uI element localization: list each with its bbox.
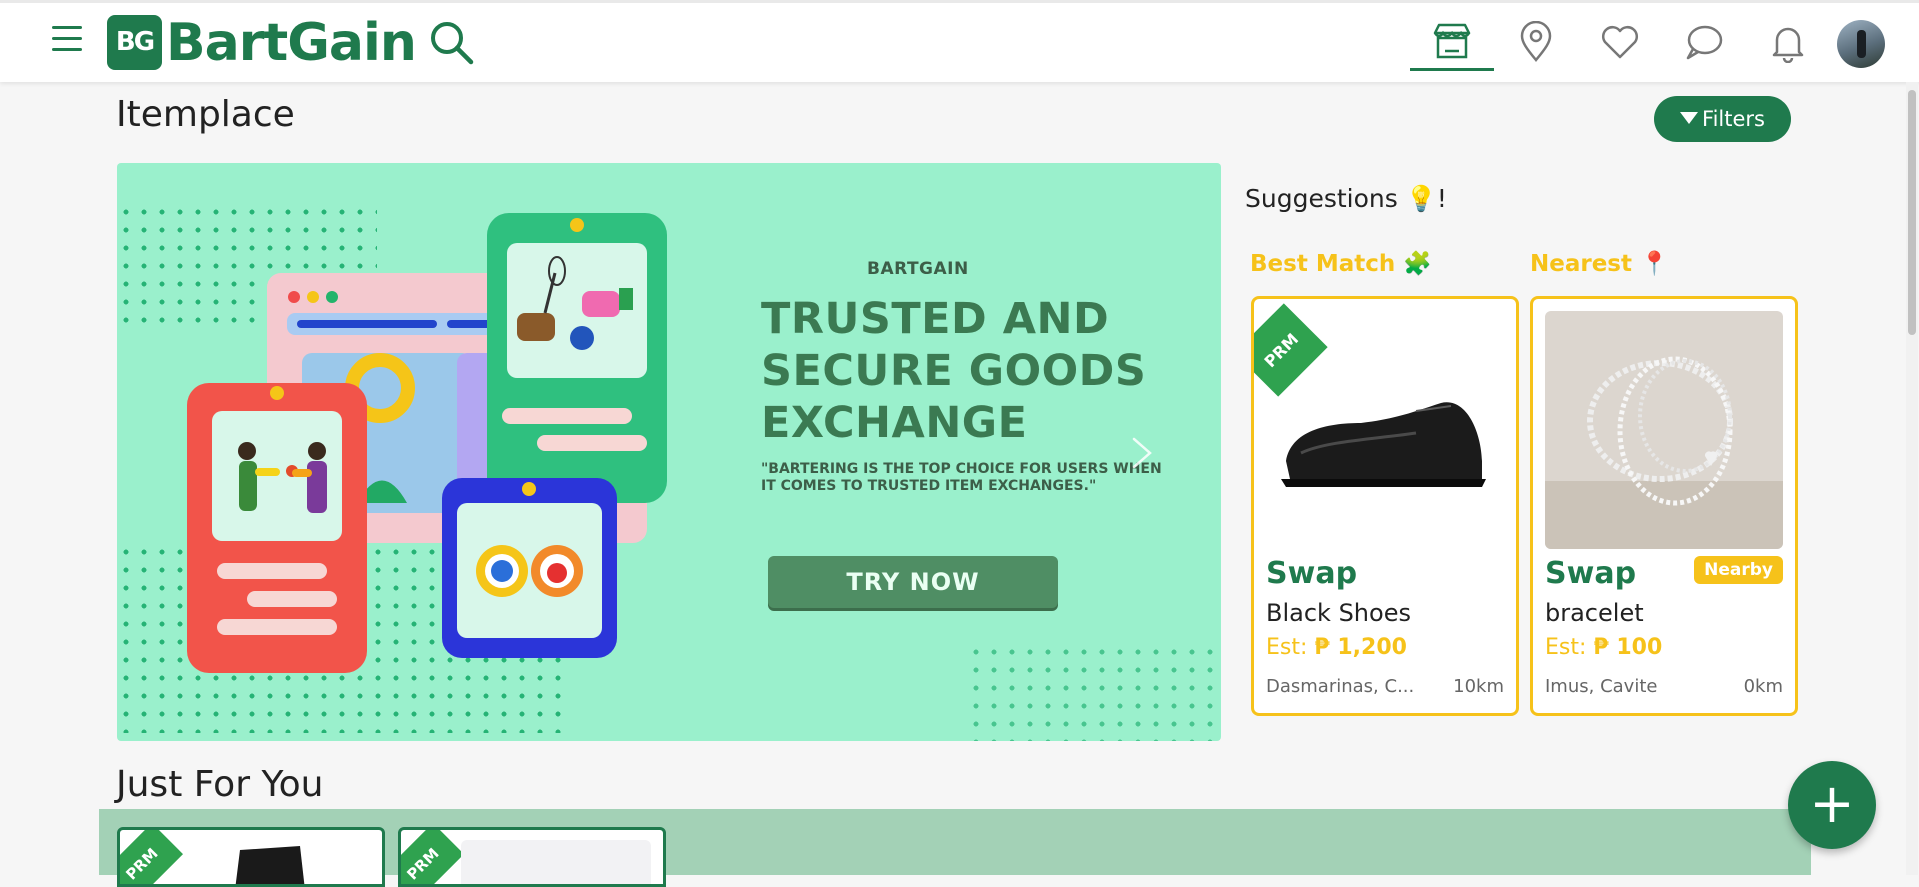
suggestion-card-black-shoes[interactable]: PRM Swap Black Shoes Est: ₱ 1,200 Dasmar… bbox=[1251, 296, 1519, 716]
card-location: Imus, Cavite bbox=[1545, 676, 1658, 697]
filters-label: Filters bbox=[1702, 107, 1765, 131]
filter-icon bbox=[1680, 112, 1699, 124]
suggestions-title: Suggestions 💡! bbox=[1245, 184, 1447, 213]
card-item-name: bracelet bbox=[1545, 599, 1644, 627]
card-distance: 0km bbox=[1743, 676, 1783, 697]
card-item-name: Black Shoes bbox=[1266, 599, 1411, 627]
nearby-badge: Nearby bbox=[1694, 556, 1783, 584]
chat-icon[interactable] bbox=[1683, 21, 1725, 63]
logo-text[interactable]: BartGain bbox=[166, 13, 417, 73]
carousel-next-icon[interactable] bbox=[1122, 433, 1162, 473]
banner-quote: "BARTERING IS THE TOP CHOICE FOR USERS W… bbox=[761, 461, 1162, 494]
just-for-you-card[interactable]: PRM bbox=[398, 827, 666, 887]
nav-active-indicator bbox=[1410, 68, 1494, 71]
best-match-label: Best Match 🧩 bbox=[1250, 251, 1432, 277]
card-price: Est: ₱ 1,200 bbox=[1266, 635, 1407, 660]
top-header: BG BartGain bbox=[0, 0, 1919, 82]
card-type: Swap bbox=[1545, 556, 1637, 591]
premium-ribbon: PRM bbox=[401, 830, 465, 884]
heart-icon[interactable] bbox=[1599, 21, 1641, 63]
bracelet-image bbox=[1545, 311, 1783, 549]
banner-eyebrow: BARTGAIN bbox=[867, 259, 969, 279]
search-icon[interactable] bbox=[427, 18, 475, 66]
premium-ribbon: PRM bbox=[120, 830, 184, 884]
banner-headline: TRUSTED AND SECURE GOODS EXCHANGE bbox=[761, 294, 1147, 448]
just-for-you-title: Just For You bbox=[116, 764, 324, 805]
promo-banner[interactable]: BARTGAIN TRUSTED AND SECURE GOODS EXCHAN… bbox=[117, 163, 1221, 741]
scrollbar-thumb[interactable] bbox=[1908, 90, 1916, 335]
item-thumbnail bbox=[461, 840, 651, 884]
item-thumbnail bbox=[235, 846, 305, 884]
location-pin-icon[interactable] bbox=[1515, 21, 1557, 63]
store-icon[interactable] bbox=[1431, 21, 1473, 63]
card-price: Est: ₱ 100 bbox=[1545, 635, 1663, 660]
just-for-you-card[interactable]: PRM bbox=[117, 827, 385, 887]
banner-illustration bbox=[187, 213, 667, 673]
logo-mark[interactable]: BG bbox=[107, 15, 162, 70]
add-item-button[interactable]: + bbox=[1788, 761, 1876, 849]
nearest-label: Nearest 📍 bbox=[1530, 251, 1669, 277]
card-type: Swap bbox=[1266, 556, 1358, 591]
try-now-button[interactable]: TRY NOW bbox=[768, 556, 1058, 608]
suggestion-card-bracelet[interactable]: Swap Nearby bracelet Est: ₱ 100 Imus, Ca… bbox=[1530, 296, 1798, 716]
hamburger-menu-icon[interactable] bbox=[52, 26, 86, 58]
dot-pattern bbox=[967, 643, 1221, 741]
user-avatar[interactable] bbox=[1837, 20, 1885, 68]
card-distance: 10km bbox=[1453, 676, 1504, 697]
page-title: Itemplace bbox=[116, 94, 295, 135]
bell-icon[interactable] bbox=[1767, 21, 1809, 63]
filters-button[interactable]: Filters bbox=[1654, 96, 1791, 142]
card-location: Dasmarinas, C... bbox=[1266, 676, 1415, 697]
page-scrollbar[interactable] bbox=[1906, 82, 1918, 875]
